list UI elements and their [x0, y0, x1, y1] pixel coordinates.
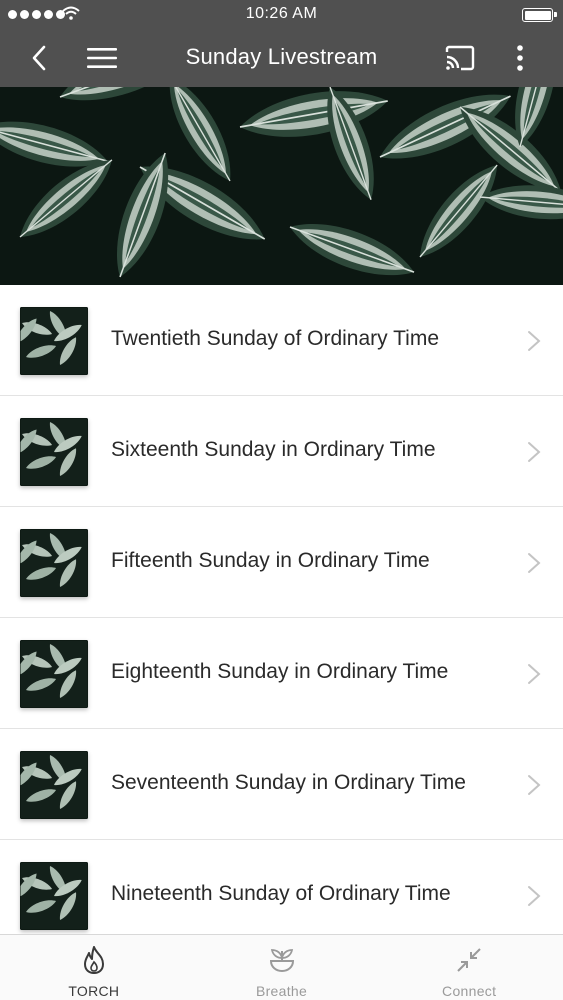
thumbnail-image: [20, 418, 88, 486]
list-item-title: Nineteenth Sunday of Ordinary Time: [111, 882, 451, 905]
list-item[interactable]: Twentieth Sunday of Ordinary Time: [0, 285, 563, 396]
tab-torch-label: TORCH: [68, 983, 120, 999]
chevron-right-icon: [528, 331, 541, 351]
list-item[interactable]: Seventeenth Sunday in Ordinary Time: [0, 729, 563, 840]
chevron-right-icon: [528, 886, 541, 906]
chevron-right-icon: [528, 442, 541, 462]
tab-torch[interactable]: TORCH: [0, 935, 188, 1000]
header: 10:26 AM Sunday Livestream: [0, 0, 563, 87]
tab-connect-label: Connect: [442, 983, 497, 999]
chevron-right-icon: [528, 553, 541, 573]
thumbnail-image: [20, 307, 88, 375]
tab-breathe[interactable]: Breathe: [188, 935, 376, 1000]
chevron-right-icon: [528, 775, 541, 795]
battery-icon: [522, 8, 557, 22]
cast-button[interactable]: [440, 38, 480, 78]
nav-bar: Sunday Livestream: [0, 30, 563, 87]
status-bar: 10:26 AM: [0, 0, 563, 30]
list-item-title: Fifteenth Sunday in Ordinary Time: [111, 549, 430, 572]
list-item[interactable]: Fifteenth Sunday in Ordinary Time: [0, 507, 563, 618]
thumbnail-image: [20, 640, 88, 708]
list-item[interactable]: Eighteenth Sunday in Ordinary Time: [0, 618, 563, 729]
chevron-right-icon: [528, 664, 541, 684]
list-item-title: Twentieth Sunday of Ordinary Time: [111, 327, 439, 350]
list-item[interactable]: Sixteenth Sunday in Ordinary Time: [0, 396, 563, 507]
thumbnail-image: [20, 862, 88, 930]
tab-connect[interactable]: Connect: [375, 935, 563, 1000]
flame-icon: [83, 946, 104, 974]
thumbnail-image: [20, 529, 88, 597]
more-button[interactable]: [500, 38, 540, 78]
arrows-in-icon: [457, 948, 481, 972]
list-item-title: Eighteenth Sunday in Ordinary Time: [111, 660, 449, 683]
tab-bar: TORCH Breathe Connect: [0, 934, 563, 1000]
thumbnail-image: [20, 751, 88, 819]
plant-bowl-icon: [269, 949, 294, 973]
tab-breathe-label: Breathe: [255, 983, 308, 999]
cast-icon: [445, 45, 475, 71]
list-item-title: Sixteenth Sunday in Ordinary Time: [111, 438, 436, 461]
sermon-list: Twentieth Sunday of Ordinary Time Sixtee…: [0, 285, 563, 951]
list-item-title: Seventeenth Sunday in Ordinary Time: [111, 771, 466, 794]
hero-banner-image: [0, 87, 563, 285]
more-vertical-icon: [517, 45, 523, 71]
status-time: 10:26 AM: [245, 5, 318, 22]
